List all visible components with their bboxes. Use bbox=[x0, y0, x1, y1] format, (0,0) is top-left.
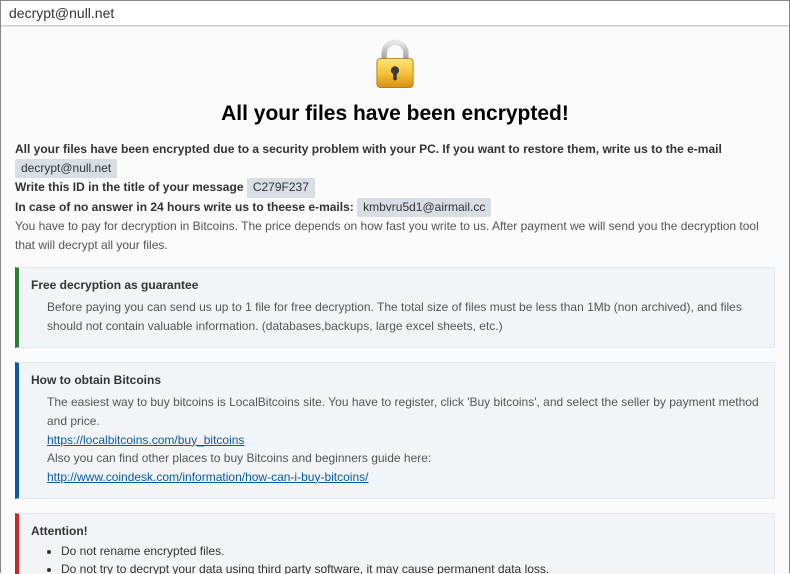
lock-wrap bbox=[15, 35, 775, 98]
panel-btc-title: How to obtain Bitcoins bbox=[31, 373, 762, 387]
panel-free-decryption: Free decryption as guarantee Before payi… bbox=[15, 267, 775, 348]
line-1-text: All your files have been encrypted due t… bbox=[15, 142, 722, 156]
line-1: All your files have been encrypted due t… bbox=[15, 140, 775, 178]
panel-attention-title: Attention! bbox=[31, 524, 762, 538]
panel-how-to-obtain: How to obtain Bitcoins The easiest way t… bbox=[15, 362, 775, 499]
line-2-text: Write this ID in the title of your messa… bbox=[15, 180, 247, 194]
link-localbitcoins[interactable]: https://localbitcoins.com/buy_bitcoins bbox=[47, 433, 244, 447]
content: All your files have been encrypted! All … bbox=[1, 27, 789, 574]
lock-icon bbox=[366, 35, 424, 98]
line-2: Write this ID in the title of your messa… bbox=[15, 178, 775, 197]
panel-btc-text-2: Also you can find other places to buy Bi… bbox=[47, 449, 762, 468]
attention-item-1: Do not rename encrypted files. bbox=[61, 544, 762, 558]
panel-free-body: Before paying you can send us up to 1 fi… bbox=[31, 298, 762, 335]
link-coindesk[interactable]: http://www.coindesk.com/information/how-… bbox=[47, 470, 368, 484]
content-scroll[interactable]: All your files have been encrypted! All … bbox=[1, 26, 789, 574]
panel-btc-text-1: The easiest way to buy bitcoins is Local… bbox=[47, 393, 762, 430]
window-title: decrypt@null.net bbox=[9, 5, 114, 21]
panel-btc-body: The easiest way to buy bitcoins is Local… bbox=[31, 393, 762, 486]
line-3-text: In case of no answer in 24 hours write u… bbox=[15, 200, 357, 214]
line-3: In case of no answer in 24 hours write u… bbox=[15, 198, 775, 217]
panel-free-title: Free decryption as guarantee bbox=[31, 278, 762, 292]
page-title: All your files have been encrypted! bbox=[15, 102, 775, 126]
window-titlebar: decrypt@null.net bbox=[1, 1, 789, 26]
attention-item-2: Do not try to decrypt your data using th… bbox=[61, 562, 762, 574]
id-pill: C279F237 bbox=[247, 178, 315, 197]
intro-lines: All your files have been encrypted due t… bbox=[15, 140, 775, 255]
line-4: You have to pay for decryption in Bitcoi… bbox=[15, 217, 775, 255]
panel-attention: Attention! Do not rename encrypted files… bbox=[15, 513, 775, 574]
secondary-email-pill: kmbvru5d1@airmail.cc bbox=[357, 198, 491, 217]
primary-email-pill: decrypt@null.net bbox=[15, 159, 117, 178]
attention-list: Do not rename encrypted files. Do not tr… bbox=[31, 544, 762, 574]
